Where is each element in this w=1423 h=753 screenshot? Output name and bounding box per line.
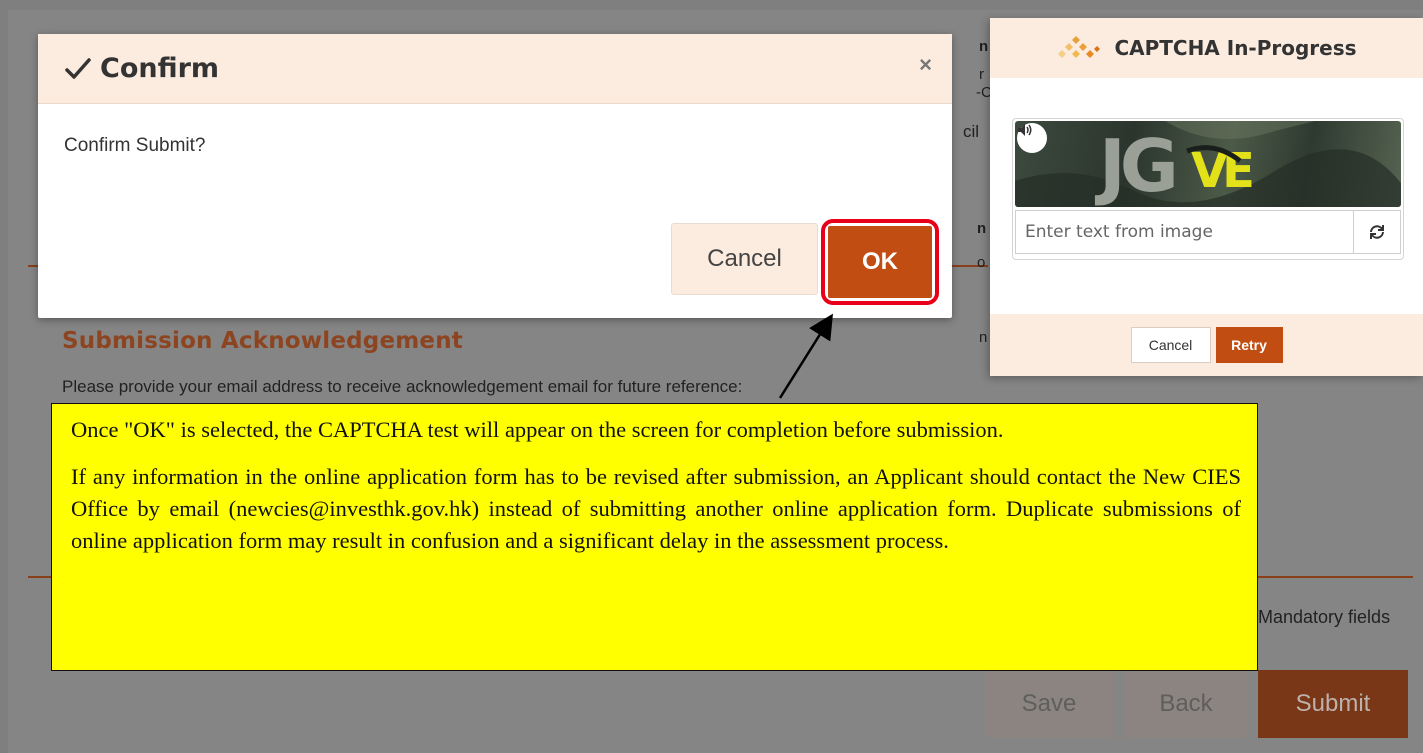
dialog-title: Confirm [100, 53, 220, 84]
back-button[interactable]: Back [1125, 670, 1247, 738]
captcha-footer: Cancel Retry [990, 314, 1423, 376]
save-button[interactable]: Save [985, 670, 1113, 738]
ok-button[interactable]: OK [828, 226, 932, 298]
dialog-header: Confirm × [38, 34, 952, 104]
submit-button[interactable]: Submit [1258, 670, 1408, 738]
captcha-image: JG VE [1015, 121, 1401, 207]
check-icon [65, 57, 91, 79]
background-text-fragment: n [979, 330, 988, 346]
captcha-cancel-button[interactable]: Cancel [1130, 327, 1211, 363]
close-icon[interactable]: × [919, 52, 932, 78]
captcha-retry-button[interactable]: Retry [1215, 327, 1283, 363]
captcha-input-row [1015, 210, 1401, 254]
dialog-message: Confirm Submit? [64, 135, 206, 156]
ok-button-highlight: OK [821, 219, 939, 305]
background-text-fragment: o [977, 255, 986, 271]
mandatory-fields-note: Mandatory fields [1258, 607, 1391, 627]
background-text-fragment: r [979, 67, 984, 83]
captcha-widget: JG VE [1012, 118, 1404, 260]
instruction-callout: Once "OK" is selected, the CAPTCHA test … [51, 403, 1258, 671]
callout-paragraph-1: Once "OK" is selected, the CAPTCHA test … [71, 417, 1004, 442]
captcha-panel: CAPTCHA In-Progress JG VE Enter text fro… [990, 18, 1423, 376]
acknowledgement-instructions: Please provide your email address to rec… [62, 377, 743, 396]
background-text-fragment: n [979, 39, 989, 55]
captcha-title: CAPTCHA In-Progress [1114, 36, 1357, 60]
cancel-button[interactable]: Cancel [671, 223, 818, 295]
speaker-icon[interactable] [1017, 123, 1047, 153]
captcha-header: CAPTCHA In-Progress [990, 18, 1423, 78]
callout-paragraph-2: If any information in the online applica… [71, 464, 1241, 553]
captcha-image-art: JG VE [1015, 121, 1401, 207]
background-text-fragment: cil [963, 124, 980, 140]
confirm-dialog: Confirm × Confirm Submit? Cancel OK [38, 34, 952, 318]
background-text-fragment: n [977, 221, 987, 237]
diamond-cluster-icon [1058, 36, 1101, 58]
submission-acknowledgement-title: Submission Acknowledgement [62, 328, 463, 354]
captcha-text-input[interactable] [1015, 210, 1353, 254]
svg-text:JG: JG [1094, 124, 1174, 207]
refresh-icon[interactable] [1353, 210, 1401, 254]
